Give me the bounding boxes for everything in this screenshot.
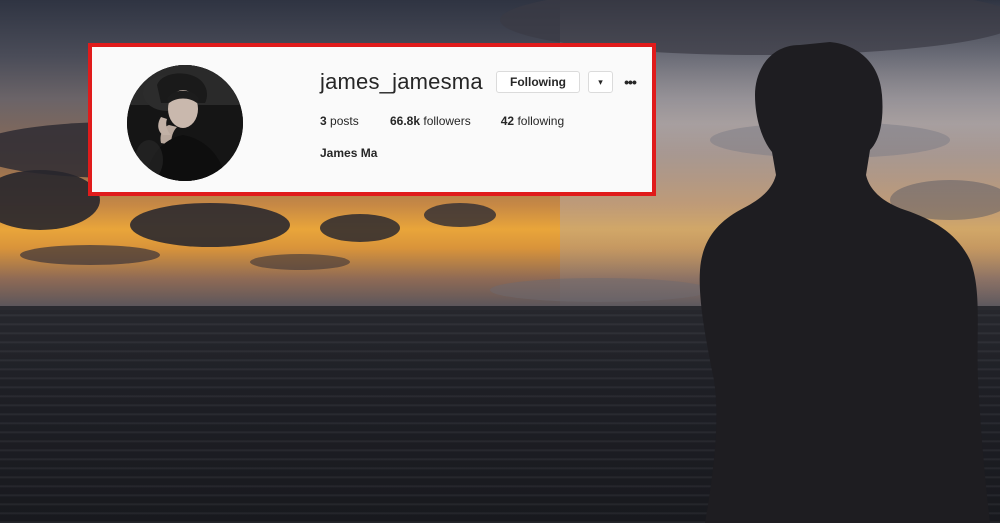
profile-stats: 3 posts 66.8k followers 42 following	[320, 114, 594, 128]
profile-card: james_jamesma Following ▾ ••• 3 posts 66…	[88, 43, 656, 196]
following-button[interactable]: Following	[496, 71, 580, 93]
followers-count: 66.8k	[390, 114, 421, 128]
following-count: 42	[500, 114, 515, 128]
posts-stat[interactable]: 3 posts	[320, 114, 360, 128]
followers-label: followers	[423, 114, 471, 128]
dropdown-button[interactable]: ▾	[588, 71, 613, 93]
avatar[interactable]	[127, 65, 243, 181]
following-label: following	[517, 114, 565, 128]
more-options-button[interactable]: •••	[620, 71, 640, 93]
chevron-down-icon: ▾	[598, 76, 603, 87]
followers-stat[interactable]: 66.8k followers	[390, 114, 471, 128]
username: james_jamesma	[320, 69, 483, 94]
following-stat[interactable]: 42 following	[501, 114, 564, 128]
full-name: James Ma	[320, 146, 378, 160]
posts-label: posts	[330, 114, 359, 128]
posts-count: 3	[320, 114, 327, 128]
more-options-icon: •••	[624, 74, 637, 90]
avatar-photo	[127, 65, 243, 181]
